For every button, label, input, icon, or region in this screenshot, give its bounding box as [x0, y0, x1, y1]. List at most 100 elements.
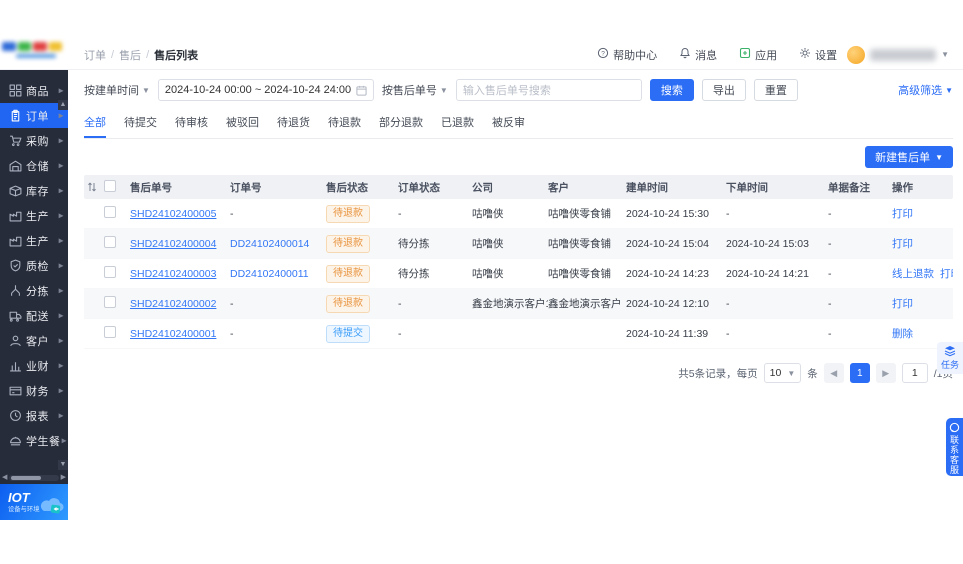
scroll-left-icon[interactable]: ◀ — [2, 474, 7, 482]
row-checkbox[interactable] — [104, 236, 130, 251]
breadcrumb-item[interactable]: 售后 — [119, 47, 141, 63]
chevron-right-icon: ▶ — [58, 261, 64, 270]
ordered-time-cell: - — [726, 207, 730, 220]
sidebar-scroll-down[interactable]: ▼ — [58, 460, 68, 470]
order-number: - — [230, 327, 234, 340]
column-header-建单时间: 建单时间 — [626, 181, 668, 194]
search-type-select[interactable]: 按售后单号 ▼ — [382, 82, 448, 98]
cart-icon — [9, 134, 22, 147]
search-button[interactable]: 搜索 — [649, 79, 694, 101]
sidebar-item-label: 业财 — [26, 360, 49, 373]
sidebar-scroll-up[interactable]: ▲ — [58, 100, 68, 110]
tab-待提交[interactable]: 待提交 — [124, 110, 157, 138]
order-status-cell: - — [398, 297, 402, 310]
new-aftersale-button[interactable]: 新建售后单 ▼ — [865, 146, 953, 168]
column-header-单据备注: 单据备注 — [828, 181, 870, 194]
action-link-打印[interactable]: 打印 — [892, 236, 913, 251]
chevron-right-icon: ▶ — [58, 236, 64, 245]
status-tabs: 全部 待提交 待审核 被驳回 待退货 待退款 部分退款 已退款 被反审 — [84, 110, 953, 139]
sidebar-item-质检[interactable]: 质检 ▶ — [0, 253, 68, 278]
action-link-删除[interactable]: 删除 — [892, 326, 913, 341]
sidebar-item-学生餐[interactable]: 学生餐 ▶ — [0, 428, 68, 453]
scrollbar-thumb[interactable] — [11, 476, 42, 480]
tab-待退货[interactable]: 待退货 — [277, 110, 310, 138]
tab-被驳回[interactable]: 被驳回 — [226, 110, 259, 138]
order-number-link[interactable]: DD24102400011 — [230, 268, 326, 280]
sidebar-item-配送[interactable]: 配送 ▶ — [0, 303, 68, 328]
action-link-打印[interactable]: 打印 — [940, 266, 953, 281]
page-size-select[interactable]: 10 ▼ — [763, 363, 802, 383]
date-range-input[interactable]: 2024-10-24 00:00 ~ 2024-10-24 24:00 — [157, 79, 374, 101]
column-header-操作: 操作 — [892, 181, 913, 194]
aftersale-number-link[interactable]: SHD24102400001 — [130, 328, 230, 340]
chevron-down-icon: ▼ — [787, 368, 796, 378]
sidebar-item-仓储[interactable]: 仓储 ▶ — [0, 153, 68, 178]
order-number: - — [230, 297, 234, 310]
row-checkbox[interactable] — [104, 326, 130, 341]
row-checkbox[interactable] — [104, 266, 130, 281]
tab-全部[interactable]: 全部 — [84, 110, 106, 138]
order-number-link[interactable]: DD24102400014 — [230, 238, 326, 250]
breadcrumb-item[interactable]: 订单 — [84, 47, 106, 63]
page-number-button[interactable]: 1 — [849, 363, 870, 383]
aftersale-number-link[interactable]: SHD24102400003 — [130, 268, 230, 280]
prev-page-button[interactable]: ◀ — [823, 363, 844, 383]
page-jump-input[interactable]: 1 — [901, 363, 928, 383]
sidebar-item-财务[interactable]: 财务 ▶ — [0, 378, 68, 403]
column-sort-icon[interactable] — [84, 182, 104, 192]
sidebar-item-生产[interactable]: 生产 ▶ — [0, 228, 68, 253]
contact-service-tab[interactable]: 联系客服 — [946, 418, 963, 476]
scroll-right-icon[interactable]: ▶ — [61, 474, 66, 482]
chevron-down-icon: ▼ — [439, 85, 448, 95]
sidebar-item-分拣[interactable]: 分拣 ▶ — [0, 278, 68, 303]
action-link-线上退款[interactable]: 线上退款 — [892, 266, 934, 281]
search-input[interactable]: 输入售后单号搜索 — [455, 79, 642, 101]
sidebar-horizontal-scrollbar[interactable]: ◀ ▶ — [2, 474, 66, 482]
contact-service-label: 联系客服 — [949, 435, 959, 475]
export-button[interactable]: 导出 — [701, 79, 746, 101]
checkbox-icon — [104, 326, 116, 338]
sidebar-item-业财[interactable]: 业财 ▶ — [0, 353, 68, 378]
actions-cell: 打印 — [892, 206, 953, 221]
tab-已退款[interactable]: 已退款 — [441, 110, 474, 138]
sidebar-item-采购[interactable]: 采购 ▶ — [0, 128, 68, 153]
topbar-action-设置[interactable]: 设置 — [799, 47, 837, 63]
sidebar-item-生产[interactable]: 生产 ▶ — [0, 203, 68, 228]
advanced-filter-toggle[interactable]: 高级筛选 ▼ — [898, 82, 953, 98]
chevron-right-icon: ▶ — [58, 336, 64, 345]
remark-cell: - — [828, 327, 832, 340]
topbar-action-应用[interactable]: 应用 — [739, 47, 777, 63]
sidebar-item-库存[interactable]: 库存 ▶ — [0, 178, 68, 203]
apps-icon — [739, 47, 751, 62]
sidebar-item-客户[interactable]: 客户 ▶ — [0, 328, 68, 353]
sidebar-item-label: 报表 — [26, 410, 49, 423]
user-icon — [9, 334, 22, 347]
action-link-打印[interactable]: 打印 — [892, 296, 913, 311]
sidebar-item-报表[interactable]: 报表 ▶ — [0, 403, 68, 428]
aftersale-number-link[interactable]: SHD24102400002 — [130, 298, 230, 310]
topbar-action-消息[interactable]: 消息 — [679, 47, 717, 63]
reset-button[interactable]: 重置 — [753, 79, 798, 101]
next-page-button[interactable]: ▶ — [875, 363, 896, 383]
tab-被反审[interactable]: 被反审 — [492, 110, 525, 138]
action-link-打印[interactable]: 打印 — [892, 206, 913, 221]
row-checkbox[interactable] — [104, 206, 130, 221]
date-type-select[interactable]: 按建单时间 ▼ — [84, 82, 150, 98]
sidebar-item-label: 学生餐 — [26, 435, 61, 448]
iot-banner[interactable]: IOT 设备与环境 — [0, 484, 68, 520]
column-header-售后单号: 售后单号 — [130, 181, 172, 194]
row-checkbox[interactable] — [104, 296, 130, 311]
select-all-checkbox[interactable] — [104, 179, 130, 195]
actions-cell: 删除 — [892, 326, 953, 341]
tab-待退款[interactable]: 待退款 — [328, 110, 361, 138]
chevron-right-icon: ▶ — [58, 361, 64, 370]
column-header-下单时间: 下单时间 — [726, 181, 768, 194]
task-widget[interactable]: 任务 — [937, 342, 963, 374]
tab-部分退款[interactable]: 部分退款 — [379, 110, 423, 138]
user-menu[interactable]: ▼ — [847, 45, 949, 64]
tab-待审核[interactable]: 待审核 — [175, 110, 208, 138]
breadcrumb-item[interactable]: 售后列表 — [154, 47, 198, 63]
topbar-action-帮助中心[interactable]: ? 帮助中心 — [597, 47, 657, 63]
aftersale-number-link[interactable]: SHD24102400005 — [130, 208, 230, 220]
aftersale-number-link[interactable]: SHD24102400004 — [130, 238, 230, 250]
